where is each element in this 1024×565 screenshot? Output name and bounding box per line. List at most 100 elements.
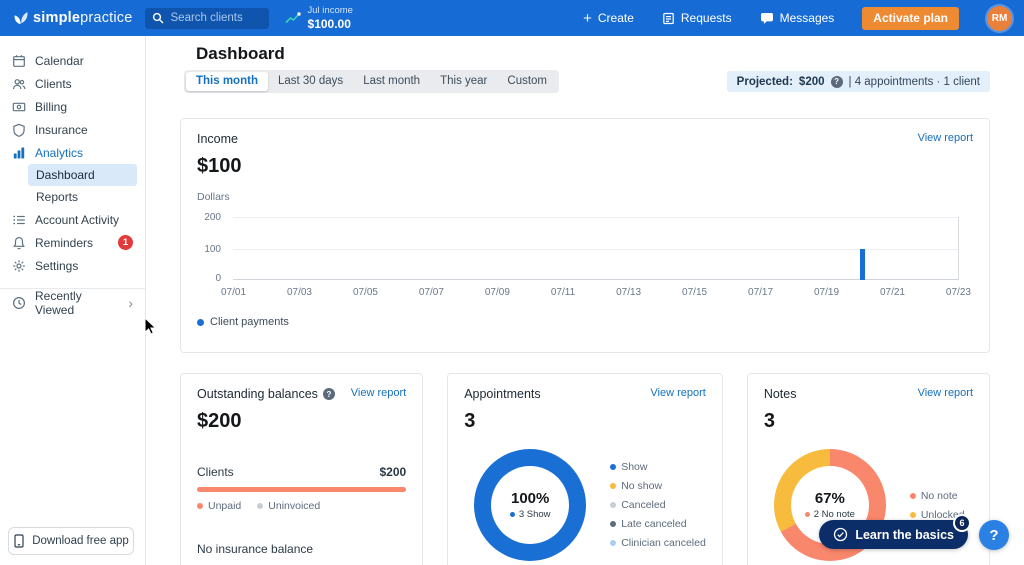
donut-center-label: 3 Show [518,509,551,520]
plus-icon: + [583,9,592,27]
legend-dot [610,464,617,470]
notes-view-report-link[interactable]: View report [918,387,973,399]
sidebar-item-billing[interactable]: Billing [0,95,145,118]
legend-dot [909,511,916,518]
sidebar-item-label: Calendar [35,53,84,68]
brand-name: simplepractice [33,10,133,26]
learn-the-basics-label: Learn the basics [855,527,954,542]
phone-icon [13,534,25,548]
requests-button[interactable]: Requests [662,11,732,25]
income-x-axis: 07/01 07/03 07/05 07/07 07/09 07/11 07/1… [221,287,971,298]
projected-banner: Projected: $200 ? | 4 appointments · 1 c… [726,71,990,92]
calendar-icon [12,54,26,68]
income-legend: Client payments [197,316,973,328]
insurance-icon [12,123,26,137]
legend-dot [610,521,617,527]
x-tick: 07/03 [286,287,312,298]
income-card: Income View report $100 Dollars 200 100 … [180,118,990,353]
tab-last-30-days[interactable]: Last 30 days [268,72,353,91]
messages-icon [760,12,774,25]
legend-dot [610,483,617,489]
activate-plan-button[interactable]: Activate plan [862,6,959,30]
legend-dot [804,512,810,517]
sidebar-item-clients[interactable]: Clients [0,72,145,95]
main-content: Dashboard This month Last 30 days Last m… [146,36,1024,565]
topbar: simplepractice Jul income $100.00 + Crea… [0,0,1024,36]
learn-badge: 6 [953,514,971,532]
legend-label: Uninvoiced [268,500,321,512]
tab-custom[interactable]: Custom [497,72,557,91]
legend-label: Clinician canceled [621,537,706,549]
requests-icon [662,12,675,25]
tab-this-month[interactable]: This month [186,72,268,91]
sidebar-item-label: Account Activity [35,212,120,227]
sidebar-item-insurance[interactable]: Insurance [0,118,145,141]
notes-count: 3 [763,410,775,432]
page-title: Dashboard [196,44,285,63]
outstanding-legend: Unpaid Uninvoiced [197,500,406,512]
dashboard-toolbar: This month Last 30 days Last month This … [180,70,990,93]
chevron-right-icon: › [128,295,133,311]
outstanding-view-report-link[interactable]: View report [351,387,406,399]
create-button[interactable]: + Create [583,11,634,26]
search-input[interactable] [168,11,262,25]
billing-icon [12,100,26,114]
app-root: simplepractice Jul income $100.00 + Crea… [0,0,1024,565]
info-icon[interactable]: ? [322,388,335,400]
x-tick: 07/23 [945,287,971,298]
clients-balance-bar [197,487,407,492]
income-y-axis: 200 100 0 [204,212,221,284]
clients-balance-value: $200 [379,465,407,479]
appointments-legend: Show No show Canceled Late canceled Clin… [610,461,706,549]
recently-viewed[interactable]: Recently Viewed › [0,289,145,317]
tab-this-year[interactable]: This year [430,72,497,91]
legend-dot [197,503,203,509]
help-button[interactable]: ? [979,520,1009,550]
topbar-income-summary[interactable]: Jul income $100.00 [284,5,353,31]
legend-dot [197,318,204,326]
tab-last-month[interactable]: Last month [353,72,430,91]
search-icon [152,12,164,24]
legend-dot [257,503,264,509]
insurance-balance-label: No insurance balance [197,542,314,556]
income-view-report-link[interactable]: View report [918,132,973,144]
account-activity-icon [12,213,26,227]
projected-value: $200 [798,75,825,88]
appointments-count: 3 [464,410,476,432]
notes-card-title: Notes [763,387,797,401]
sidebar-item-settings[interactable]: Settings [0,254,145,277]
legend-label: Canceled [621,499,666,511]
learn-the-basics-button[interactable]: Learn the basics 6 [819,514,971,549]
messages-button[interactable]: Messages [760,11,834,25]
legend-label: Client payments [210,316,289,328]
sidebar-item-analytics[interactable]: Analytics [0,141,145,164]
sidebar-item-reminders[interactable]: Reminders 1 [0,231,145,254]
date-range-tabs: This month Last 30 days Last month This … [184,70,560,93]
settings-icon [12,259,26,273]
appointments-card-title: Appointments [464,387,541,401]
sidebar-item-account-activity[interactable]: Account Activity [0,208,145,231]
sidebar-item-label: Clients [35,76,72,91]
legend-label: Unpaid [208,500,242,512]
outstanding-balances-card: Outstanding balances ? View report $200 … [180,373,424,565]
sidebar-item-label: Settings [35,258,79,273]
sidebar-item-calendar[interactable]: Calendar [0,49,145,72]
logo[interactable]: simplepractice [13,10,133,26]
check-circle-icon [833,527,848,542]
sidebar-item-label: Billing [35,99,68,114]
appointments-view-report-link[interactable]: View report [650,387,705,399]
legend-dot [610,540,617,546]
info-icon[interactable]: ? [830,75,843,88]
income-bar [860,248,865,280]
sidebar-item-dashboard[interactable]: Dashboard [28,164,137,186]
clients-balance-row: Clients $200 [197,465,406,479]
download-app-button[interactable]: Download free app [8,527,134,555]
sidebar-item-label: Insurance [35,122,88,137]
x-tick: 07/19 [813,287,840,298]
clients-icon [12,77,26,91]
income-y-axis-title: Dollars [197,191,230,203]
x-tick: 07/09 [484,287,510,298]
avatar[interactable]: RM [987,5,1012,31]
appointments-donut-chart: 100% 3 Show [474,449,587,561]
sidebar-item-reports[interactable]: Reports [28,186,137,208]
